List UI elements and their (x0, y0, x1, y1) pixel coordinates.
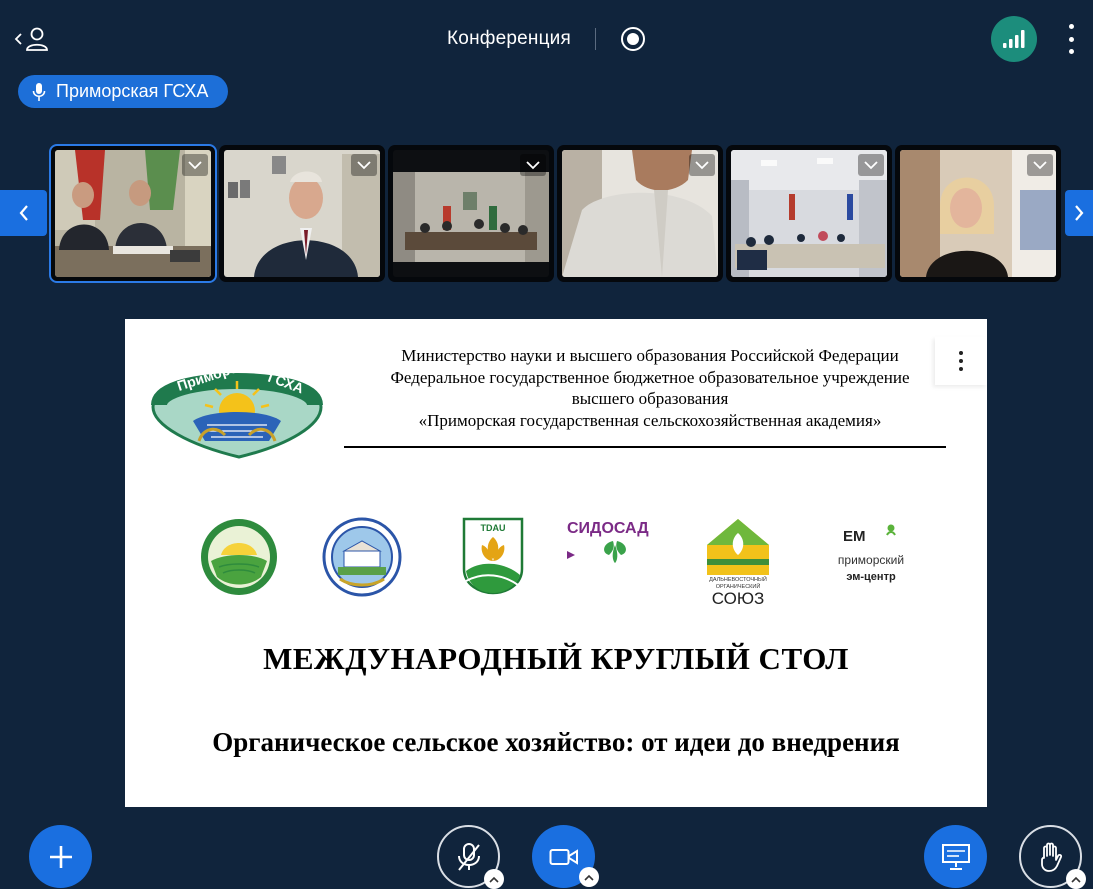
chevron-down-icon (695, 161, 709, 170)
organization-header: Министерство науки и высшего образования… (350, 345, 950, 431)
speaker-name: Приморская ГСХА (56, 81, 209, 101)
em-center-mark: ЕМ (843, 528, 866, 545)
em-center-logo: ЕМ приморский эм-центр (823, 523, 919, 592)
em-center-line-2: эм-центр (846, 571, 896, 583)
camera-toggle-button[interactable] (532, 825, 599, 888)
connection-quality-button[interactable] (991, 16, 1037, 62)
tdau-text: TDAU (481, 523, 506, 533)
dot (959, 351, 963, 355)
participant-tile[interactable] (557, 145, 723, 282)
chevron-down-icon (188, 161, 202, 170)
chevron-left-icon (14, 33, 22, 45)
chevron-right-icon (1075, 205, 1084, 221)
tile-menu-button[interactable] (351, 154, 377, 176)
tile-menu-button[interactable] (520, 154, 546, 176)
tile-menu-button[interactable] (1027, 154, 1053, 176)
dv-union-line-3: СОЮЗ (712, 589, 765, 607)
conference-title: Конференция (447, 28, 571, 49)
slide-subtitle: Органическое сельское хозяйство: от идеи… (212, 727, 900, 757)
chevron-up-icon (584, 874, 594, 881)
hand-icon (1040, 842, 1062, 872)
sidosad-logo: СИДОСАД (565, 515, 665, 570)
tile-menu-button[interactable] (182, 154, 208, 176)
tile-menu-button[interactable] (858, 154, 884, 176)
shared-screen: Приморская ГСХА Министерство науки и выс… (125, 319, 987, 807)
tile-menu-button[interactable] (689, 154, 715, 176)
add-button[interactable] (29, 825, 92, 888)
person-icon (26, 27, 48, 51)
screen-share-button[interactable] (924, 825, 987, 888)
video-camera-icon (549, 848, 578, 865)
microphone-off-icon (457, 842, 480, 871)
dot (1068, 24, 1074, 29)
participant-tile[interactable] (895, 145, 1061, 282)
strip-prev-button[interactable] (0, 190, 47, 236)
title-divider (594, 28, 596, 50)
hand-options-caret[interactable] (1066, 869, 1086, 889)
dv-organic-union-logo: ДАЛЬНЕВОСТОЧНЫЙ ОРГАНИЧЕСКИЙ СОЮЗ (703, 517, 773, 612)
gov-line: «Приморская государственная сельскохозяй… (418, 410, 882, 430)
chevron-left-icon (19, 205, 28, 221)
dot (959, 359, 963, 363)
sidosad-text: СИДОСАД (567, 520, 649, 537)
mic-options-caret[interactable] (484, 869, 504, 889)
chevron-down-icon (526, 161, 540, 170)
more-options-button[interactable] (1060, 24, 1082, 54)
tdau-logo: TDAU (458, 515, 528, 600)
raise-hand-button[interactable] (1019, 825, 1086, 889)
dot (1068, 36, 1074, 42)
slide-options-button[interactable] (935, 337, 987, 385)
em-center-line-1: приморский (838, 553, 904, 567)
participant-tile[interactable] (219, 145, 385, 282)
participant-tile[interactable] (726, 145, 892, 282)
participant-tile[interactable] (388, 145, 554, 282)
strip-next-button[interactable] (1065, 190, 1093, 236)
microphone-icon (32, 82, 46, 101)
plus-icon (49, 845, 72, 868)
gov-line: Министерство науки и высшего образования… (401, 346, 899, 365)
microphone-toggle-button[interactable] (437, 825, 504, 889)
blue-building-logo (322, 517, 402, 602)
slide-title: МЕЖДУНАРОДНЫЙ КРУГЛЫЙ СТОЛ (263, 641, 849, 676)
dot (1068, 49, 1074, 54)
chevron-down-icon (1033, 161, 1047, 170)
signal-bars-icon (1003, 30, 1025, 48)
chevron-up-icon (489, 876, 499, 883)
green-sun-logo (199, 517, 279, 602)
record-icon[interactable] (620, 26, 646, 52)
dot (959, 367, 963, 371)
header-rule (344, 446, 946, 448)
back-participants-button[interactable] (14, 22, 58, 56)
participant-tile[interactable] (49, 144, 217, 283)
primorskaya-gsha-logo: Приморская ГСХА (149, 345, 325, 466)
camera-options-caret[interactable] (579, 867, 599, 887)
chevron-down-icon (357, 161, 371, 170)
presentation-icon (941, 843, 970, 870)
gov-line: высшего образования (571, 389, 729, 408)
dv-union-line-1: ДАЛЬНЕВОСТОЧНЫЙ (709, 575, 767, 583)
chevron-up-icon (1071, 876, 1081, 883)
chevron-down-icon (864, 161, 878, 170)
active-speaker-badge: Приморская ГСХА (18, 75, 229, 108)
gov-line: Федеральное государственное бюджетное об… (390, 367, 910, 387)
